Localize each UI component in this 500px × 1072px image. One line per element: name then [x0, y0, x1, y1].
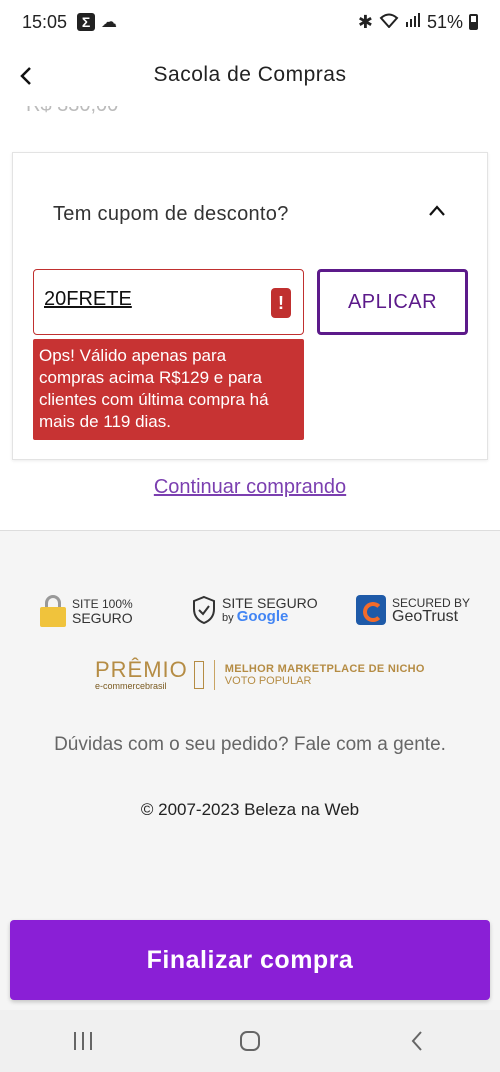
home-icon[interactable]	[220, 1021, 280, 1061]
coupon-question: Tem cupom de desconto?	[53, 203, 289, 225]
premio-subtitle: e-commercebrasil	[95, 681, 167, 691]
wifi-icon	[379, 12, 399, 33]
google-badge-by: by	[222, 611, 234, 624]
award-separator	[213, 660, 215, 690]
help-text[interactable]: Dúvidas com o seu pedido? Fale com a gen…	[0, 734, 500, 756]
geotrust-badge: SECURED BY GeoTrust	[356, 595, 470, 625]
apply-coupon-button[interactable]: APLICAR	[317, 269, 468, 335]
cut-off-price: R$ 330,00	[26, 106, 118, 117]
signal-icon	[405, 12, 421, 33]
checkout-bar: Finalizar compra	[0, 920, 500, 1010]
copyright: © 2007-2023 Beleza na Web	[140, 800, 360, 819]
google-logo: Google	[236, 607, 289, 625]
site-seguro-line2: SEGURO	[72, 610, 133, 626]
lock-icon	[40, 595, 66, 627]
checkout-button[interactable]: Finalizar compra	[10, 920, 490, 1000]
battery-icon	[469, 14, 478, 30]
shield-check-icon	[193, 595, 215, 625]
site-seguro-line1: SITE 100%	[72, 597, 133, 611]
premio-title: PRÊMIO	[95, 657, 188, 682]
coupon-error-message: Ops! Válido apenas para compras acima R$…	[33, 339, 304, 440]
cart-content: R$ 330,00 Tem cupom de desconto? ! APLIC…	[0, 106, 500, 530]
premio-ecommerce-award: PRÊMIO e-commercebrasil MELHOR MARKETPLA…	[95, 657, 425, 692]
coupon-card: Tem cupom de desconto? ! APLICAR Ops! Vá…	[12, 152, 488, 460]
geotrust-logo: GeoTrust	[392, 608, 459, 625]
status-time: 15:05	[22, 11, 68, 32]
sigma-notification-icon: Σ	[77, 13, 96, 31]
footer: SITE 100% SEGURO SITE SEGURO by Google S…	[0, 531, 500, 920]
nav-back-icon[interactable]	[387, 1021, 447, 1061]
site-seguro-badge: SITE 100% SEGURO	[40, 595, 133, 627]
geotrust-icon	[356, 595, 386, 625]
chevron-up-icon[interactable]	[427, 201, 447, 221]
app-header: Sacola de Compras	[0, 44, 500, 106]
coupon-input[interactable]	[44, 288, 264, 311]
google-safe-badge: SITE SEGURO by Google	[192, 595, 318, 625]
recent-apps-icon[interactable]	[53, 1021, 113, 1061]
bluetooth-icon: ✱	[357, 11, 373, 32]
status-right: ✱ 51%	[358, 12, 478, 33]
error-icon: !	[271, 288, 291, 318]
coupon-field[interactable]: !	[33, 269, 304, 335]
status-bar: 15:05 Σ ☁ ✱ 51%	[0, 0, 500, 44]
battery-percent: 51%	[426, 11, 463, 32]
continue-shopping-link[interactable]: Continuar comprando	[0, 476, 500, 499]
page-title: Sacola de Compras	[153, 63, 347, 86]
cloud-icon: ☁	[101, 14, 118, 31]
award-medal-icon	[193, 661, 204, 689]
award-category: MELHOR MARKETPLACE DE NICHO	[224, 663, 425, 675]
system-nav-bar	[0, 1010, 500, 1072]
award-vote: VOTO POPULAR	[224, 675, 312, 687]
back-arrow-icon[interactable]	[8, 58, 44, 94]
